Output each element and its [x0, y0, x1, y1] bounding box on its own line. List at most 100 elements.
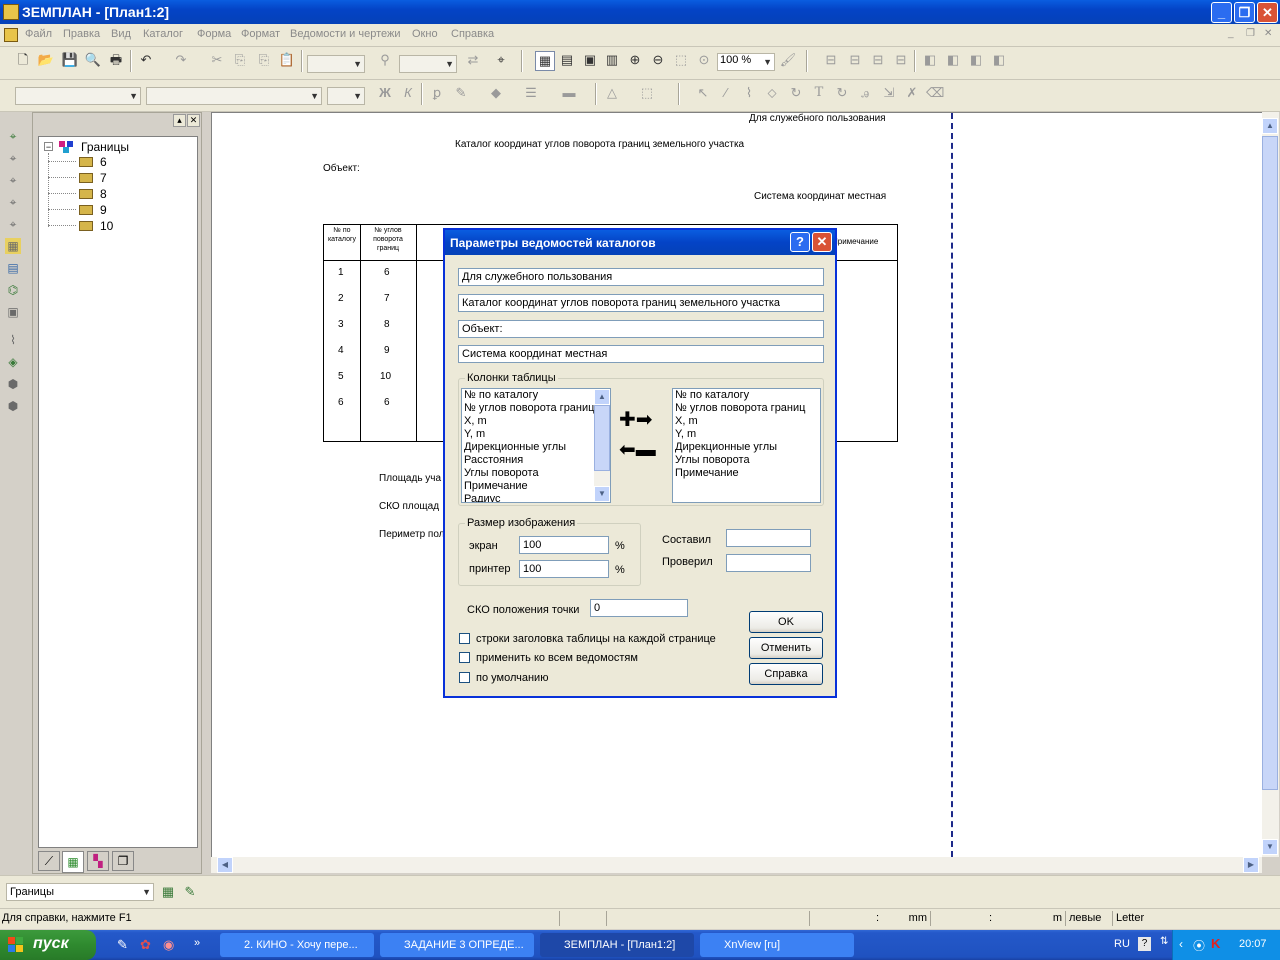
remove-column-icon[interactable]: ⬅▬ — [619, 440, 656, 460]
new-icon[interactable]: 🗋 — [14, 51, 32, 69]
tool-8-icon[interactable]: ⌬ — [5, 282, 21, 298]
menu-help[interactable]: Справка — [451, 28, 494, 40]
eraser-icon[interactable]: ⌫ — [926, 84, 944, 102]
list-item[interactable]: Примечание — [462, 480, 610, 493]
tree-item[interactable]: 8 — [100, 187, 107, 201]
list-scroll-down-icon[interactable]: ▼ — [594, 486, 610, 502]
pointer-icon[interactable]: ↖ — [694, 84, 712, 102]
dock-close-icon[interactable]: ✕ — [187, 114, 200, 127]
font-combo[interactable]: ▼ — [146, 87, 322, 105]
paste-special-icon[interactable]: ⎘ — [255, 51, 273, 69]
list-item[interactable]: Радиус — [462, 493, 610, 502]
size-combo[interactable]: ▼ — [327, 87, 365, 105]
checked-input[interactable] — [726, 554, 811, 572]
paste-icon[interactable]: 📋 — [278, 51, 296, 69]
menu-file[interactable]: Файл — [25, 28, 52, 40]
point-icon[interactable]: ⬦ — [763, 84, 781, 102]
zoom-all-icon[interactable]: ⊙ — [695, 51, 713, 69]
tool-5-icon[interactable]: ⌖ — [5, 216, 21, 232]
list-item[interactable]: Примечание — [673, 467, 820, 480]
list-item[interactable]: № углов поворота границ — [673, 402, 820, 415]
list-item[interactable]: Дирекционные углы — [462, 441, 610, 454]
save-icon[interactable]: 💾 — [61, 51, 79, 69]
tool-6-icon[interactable]: ▦ — [5, 238, 21, 254]
header-field-2[interactable]: Каталог координат углов поворота границ … — [458, 294, 824, 312]
task-button-active[interactable]: ЗЕМПЛАН - [План1:2] — [540, 933, 694, 957]
tab-borders-icon[interactable]: ▦ — [62, 851, 84, 873]
combo-2[interactable]: ▼ — [399, 55, 457, 73]
tree-item[interactable]: 7 — [100, 171, 107, 185]
zoom-in-icon[interactable]: ⊕ — [626, 51, 644, 69]
tray-antivirus-icon[interactable]: K — [1211, 936, 1220, 951]
align-4-icon[interactable]: ⊟ — [892, 51, 910, 69]
list-item[interactable]: № по каталогу — [673, 389, 820, 402]
list-scrollbar[interactable]: ▲ ▼ — [594, 389, 610, 502]
minimize-button[interactable]: _ — [1211, 2, 1232, 23]
cut-icon[interactable]: ✂ — [208, 51, 226, 69]
scroll-right-icon[interactable]: ▶ — [1243, 857, 1259, 873]
bold-icon[interactable]: Ж — [376, 84, 394, 102]
line-style-icon[interactable]: ☰ — [522, 84, 540, 102]
arrows-icon[interactable]: ⇄ — [464, 51, 482, 69]
print-icon[interactable]: 🖶 — [107, 51, 125, 69]
list-item[interactable]: № по каталогу — [462, 389, 610, 402]
quicklaunch-more-icon[interactable]: » — [194, 937, 200, 949]
style-combo[interactable]: ▼ — [15, 87, 141, 105]
apply-all-checkbox[interactable] — [459, 652, 470, 663]
menu-edit[interactable]: Правка — [63, 28, 100, 40]
rotate-icon[interactable]: ↻ — [787, 84, 805, 102]
screen-size-input[interactable]: 100 — [519, 536, 609, 554]
text-tool-icon[interactable]: T — [810, 84, 828, 102]
align-1-icon[interactable]: ⊟ — [822, 51, 840, 69]
tab-tool-icon[interactable]: ⟋ — [38, 851, 60, 871]
tree-root-label[interactable]: Границы — [81, 140, 129, 154]
maximize-button[interactable]: ❐ — [1234, 2, 1255, 23]
catalog-icon[interactable]: ▥ — [603, 51, 621, 69]
line-width-icon[interactable]: ▬ — [560, 84, 578, 102]
language-indicator[interactable]: RU — [1114, 938, 1130, 950]
list-scroll-thumb[interactable] — [594, 405, 610, 471]
tree-collapse-icon[interactable]: − — [44, 142, 53, 152]
list-item[interactable]: X, m — [673, 415, 820, 428]
scroll-down-icon[interactable]: ▼ — [1262, 839, 1278, 855]
cancel-button[interactable]: Отменить — [749, 637, 823, 659]
tool-11-icon[interactable]: ◈ — [5, 354, 21, 370]
table-icon[interactable]: ▤ — [558, 51, 576, 69]
text-style-icon[interactable]: ꝑ — [428, 84, 446, 102]
sko-input[interactable]: 0 — [590, 599, 688, 617]
scroll-left-icon[interactable]: ◀ — [217, 857, 233, 873]
mdi-close-icon[interactable]: ✕ — [1264, 28, 1272, 39]
layers-icon[interactable]: ▣ — [581, 51, 599, 69]
selected-columns-list[interactable]: № по каталогу № углов поворота границ X,… — [672, 388, 821, 503]
list-item[interactable]: X, m — [462, 415, 610, 428]
redo-icon[interactable]: ↷ — [172, 51, 190, 69]
tool-9-icon[interactable]: ▣ — [5, 304, 21, 320]
start-button[interactable]: пуск — [0, 930, 96, 960]
tray-network-icon[interactable]: ⦿ — [1193, 937, 1205, 954]
text-format-icon[interactable]: ꭿ — [856, 84, 874, 102]
dock-collapse-icon[interactable]: ▴ — [173, 114, 186, 127]
shape-icon[interactable]: △ — [603, 84, 621, 102]
line-tool-icon[interactable]: ∕ — [717, 84, 735, 102]
rotate-text-icon[interactable]: ↻ — [833, 84, 851, 102]
order-1-icon[interactable]: ◧ — [921, 51, 939, 69]
quicklaunch-2-icon[interactable]: ✿ — [140, 937, 151, 953]
menu-reports[interactable]: Ведомости и чертежи — [290, 28, 401, 40]
printer-size-input[interactable]: 100 — [519, 560, 609, 578]
task-button[interactable]: 2. КИНО - Хочу пере... — [220, 933, 374, 957]
layer-edit-icon[interactable]: ✎ — [181, 883, 199, 901]
brush-icon[interactable]: 🖌 — [779, 51, 797, 69]
select-help-icon[interactable]: ⌖ — [492, 51, 510, 69]
task-button[interactable]: XnView [ru] — [700, 933, 854, 957]
add-column-icon[interactable]: ✚➡ — [619, 410, 653, 430]
zoom-out-icon[interactable]: ⊖ — [649, 51, 667, 69]
align-2-icon[interactable]: ⊟ — [846, 51, 864, 69]
vertical-scrollbar[interactable]: ▲ ▼ — [1262, 112, 1279, 857]
layer-props-icon[interactable]: ▦ — [159, 883, 177, 901]
order-3-icon[interactable]: ◧ — [967, 51, 985, 69]
close-button[interactable]: ✕ — [1257, 2, 1278, 23]
list-item[interactable]: Углы поворота — [462, 467, 610, 480]
copy-icon[interactable]: ⎘ — [231, 51, 249, 69]
dialog-close-icon[interactable]: ✕ — [812, 232, 832, 252]
quicklaunch-3-icon[interactable]: ◉ — [163, 937, 174, 953]
